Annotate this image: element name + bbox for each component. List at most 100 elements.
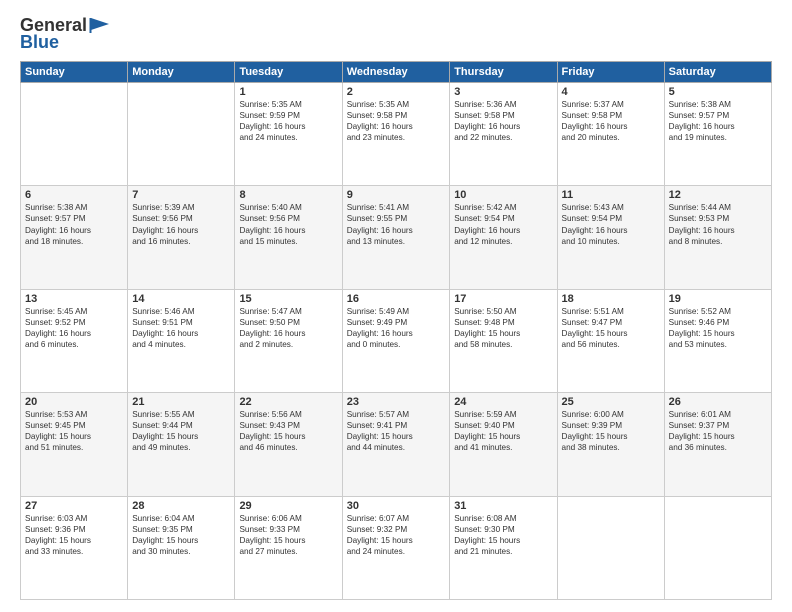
cell-content: Sunrise: 5:53 AM Sunset: 9:45 PM Dayligh… [25, 409, 123, 453]
cell-content: Sunrise: 5:40 AM Sunset: 9:56 PM Dayligh… [239, 202, 337, 246]
calendar-cell [664, 496, 771, 599]
day-number: 14 [132, 293, 230, 305]
calendar-cell: 24Sunrise: 5:59 AM Sunset: 9:40 PM Dayli… [450, 393, 557, 496]
day-number: 5 [669, 86, 767, 98]
calendar-day-header: Thursday [450, 62, 557, 83]
cell-content: Sunrise: 5:35 AM Sunset: 9:59 PM Dayligh… [239, 99, 337, 143]
calendar-day-header: Friday [557, 62, 664, 83]
cell-content: Sunrise: 5:59 AM Sunset: 9:40 PM Dayligh… [454, 409, 552, 453]
calendar-cell: 31Sunrise: 6:08 AM Sunset: 9:30 PM Dayli… [450, 496, 557, 599]
calendar-cell: 14Sunrise: 5:46 AM Sunset: 9:51 PM Dayli… [128, 289, 235, 392]
calendar-cell: 13Sunrise: 5:45 AM Sunset: 9:52 PM Dayli… [21, 289, 128, 392]
calendar-table: SundayMondayTuesdayWednesdayThursdayFrid… [20, 61, 772, 600]
calendar-cell: 19Sunrise: 5:52 AM Sunset: 9:46 PM Dayli… [664, 289, 771, 392]
calendar-cell: 29Sunrise: 6:06 AM Sunset: 9:33 PM Dayli… [235, 496, 342, 599]
cell-content: Sunrise: 6:04 AM Sunset: 9:35 PM Dayligh… [132, 513, 230, 557]
day-number: 24 [454, 396, 552, 408]
calendar-cell: 1Sunrise: 5:35 AM Sunset: 9:59 PM Daylig… [235, 83, 342, 186]
calendar-day-header: Wednesday [342, 62, 449, 83]
calendar-cell: 8Sunrise: 5:40 AM Sunset: 9:56 PM Daylig… [235, 186, 342, 289]
calendar-cell: 22Sunrise: 5:56 AM Sunset: 9:43 PM Dayli… [235, 393, 342, 496]
cell-content: Sunrise: 6:01 AM Sunset: 9:37 PM Dayligh… [669, 409, 767, 453]
calendar-week-row: 1Sunrise: 5:35 AM Sunset: 9:59 PM Daylig… [21, 83, 772, 186]
day-number: 25 [562, 396, 660, 408]
day-number: 30 [347, 500, 445, 512]
day-number: 7 [132, 189, 230, 201]
calendar-cell: 20Sunrise: 5:53 AM Sunset: 9:45 PM Dayli… [21, 393, 128, 496]
cell-content: Sunrise: 5:38 AM Sunset: 9:57 PM Dayligh… [669, 99, 767, 143]
cell-content: Sunrise: 6:08 AM Sunset: 9:30 PM Dayligh… [454, 513, 552, 557]
calendar-cell: 25Sunrise: 6:00 AM Sunset: 9:39 PM Dayli… [557, 393, 664, 496]
cell-content: Sunrise: 5:44 AM Sunset: 9:53 PM Dayligh… [669, 202, 767, 246]
calendar-page: General Blue SundayMondayTuesdayWednesda… [0, 0, 792, 612]
calendar-week-row: 13Sunrise: 5:45 AM Sunset: 9:52 PM Dayli… [21, 289, 772, 392]
day-number: 27 [25, 500, 123, 512]
day-number: 28 [132, 500, 230, 512]
calendar-cell: 26Sunrise: 6:01 AM Sunset: 9:37 PM Dayli… [664, 393, 771, 496]
day-number: 17 [454, 293, 552, 305]
day-number: 19 [669, 293, 767, 305]
cell-content: Sunrise: 5:37 AM Sunset: 9:58 PM Dayligh… [562, 99, 660, 143]
cell-content: Sunrise: 6:06 AM Sunset: 9:33 PM Dayligh… [239, 513, 337, 557]
calendar-cell: 5Sunrise: 5:38 AM Sunset: 9:57 PM Daylig… [664, 83, 771, 186]
day-number: 31 [454, 500, 552, 512]
day-number: 6 [25, 189, 123, 201]
calendar-cell: 6Sunrise: 5:38 AM Sunset: 9:57 PM Daylig… [21, 186, 128, 289]
calendar-cell [557, 496, 664, 599]
cell-content: Sunrise: 6:03 AM Sunset: 9:36 PM Dayligh… [25, 513, 123, 557]
cell-content: Sunrise: 5:42 AM Sunset: 9:54 PM Dayligh… [454, 202, 552, 246]
calendar-cell: 23Sunrise: 5:57 AM Sunset: 9:41 PM Dayli… [342, 393, 449, 496]
cell-content: Sunrise: 5:36 AM Sunset: 9:58 PM Dayligh… [454, 99, 552, 143]
day-number: 18 [562, 293, 660, 305]
calendar-header-row: SundayMondayTuesdayWednesdayThursdayFrid… [21, 62, 772, 83]
cell-content: Sunrise: 5:35 AM Sunset: 9:58 PM Dayligh… [347, 99, 445, 143]
day-number: 13 [25, 293, 123, 305]
day-number: 21 [132, 396, 230, 408]
calendar-cell: 10Sunrise: 5:42 AM Sunset: 9:54 PM Dayli… [450, 186, 557, 289]
calendar-cell: 17Sunrise: 5:50 AM Sunset: 9:48 PM Dayli… [450, 289, 557, 392]
cell-content: Sunrise: 5:45 AM Sunset: 9:52 PM Dayligh… [25, 306, 123, 350]
day-number: 8 [239, 189, 337, 201]
logo-blue-text: Blue [20, 32, 59, 53]
calendar-cell: 18Sunrise: 5:51 AM Sunset: 9:47 PM Dayli… [557, 289, 664, 392]
cell-content: Sunrise: 6:00 AM Sunset: 9:39 PM Dayligh… [562, 409, 660, 453]
header: General Blue [20, 16, 772, 53]
day-number: 22 [239, 396, 337, 408]
day-number: 9 [347, 189, 445, 201]
cell-content: Sunrise: 5:43 AM Sunset: 9:54 PM Dayligh… [562, 202, 660, 246]
day-number: 26 [669, 396, 767, 408]
calendar-day-header: Sunday [21, 62, 128, 83]
calendar-cell: 9Sunrise: 5:41 AM Sunset: 9:55 PM Daylig… [342, 186, 449, 289]
cell-content: Sunrise: 5:46 AM Sunset: 9:51 PM Dayligh… [132, 306, 230, 350]
cell-content: Sunrise: 5:39 AM Sunset: 9:56 PM Dayligh… [132, 202, 230, 246]
cell-content: Sunrise: 5:55 AM Sunset: 9:44 PM Dayligh… [132, 409, 230, 453]
calendar-week-row: 27Sunrise: 6:03 AM Sunset: 9:36 PM Dayli… [21, 496, 772, 599]
day-number: 10 [454, 189, 552, 201]
calendar-cell: 2Sunrise: 5:35 AM Sunset: 9:58 PM Daylig… [342, 83, 449, 186]
cell-content: Sunrise: 5:47 AM Sunset: 9:50 PM Dayligh… [239, 306, 337, 350]
day-number: 20 [25, 396, 123, 408]
calendar-cell: 11Sunrise: 5:43 AM Sunset: 9:54 PM Dayli… [557, 186, 664, 289]
cell-content: Sunrise: 5:57 AM Sunset: 9:41 PM Dayligh… [347, 409, 445, 453]
cell-content: Sunrise: 5:51 AM Sunset: 9:47 PM Dayligh… [562, 306, 660, 350]
day-number: 1 [239, 86, 337, 98]
calendar-cell: 16Sunrise: 5:49 AM Sunset: 9:49 PM Dayli… [342, 289, 449, 392]
cell-content: Sunrise: 5:41 AM Sunset: 9:55 PM Dayligh… [347, 202, 445, 246]
calendar-cell: 7Sunrise: 5:39 AM Sunset: 9:56 PM Daylig… [128, 186, 235, 289]
logo: General Blue [20, 16, 110, 53]
cell-content: Sunrise: 5:56 AM Sunset: 9:43 PM Dayligh… [239, 409, 337, 453]
day-number: 29 [239, 500, 337, 512]
day-number: 3 [454, 86, 552, 98]
day-number: 4 [562, 86, 660, 98]
logo-flag-icon [88, 17, 110, 33]
calendar-cell [128, 83, 235, 186]
cell-content: Sunrise: 5:49 AM Sunset: 9:49 PM Dayligh… [347, 306, 445, 350]
calendar-cell: 3Sunrise: 5:36 AM Sunset: 9:58 PM Daylig… [450, 83, 557, 186]
day-number: 12 [669, 189, 767, 201]
day-number: 16 [347, 293, 445, 305]
cell-content: Sunrise: 5:38 AM Sunset: 9:57 PM Dayligh… [25, 202, 123, 246]
calendar-week-row: 6Sunrise: 5:38 AM Sunset: 9:57 PM Daylig… [21, 186, 772, 289]
calendar-cell: 30Sunrise: 6:07 AM Sunset: 9:32 PM Dayli… [342, 496, 449, 599]
day-number: 15 [239, 293, 337, 305]
calendar-cell: 28Sunrise: 6:04 AM Sunset: 9:35 PM Dayli… [128, 496, 235, 599]
